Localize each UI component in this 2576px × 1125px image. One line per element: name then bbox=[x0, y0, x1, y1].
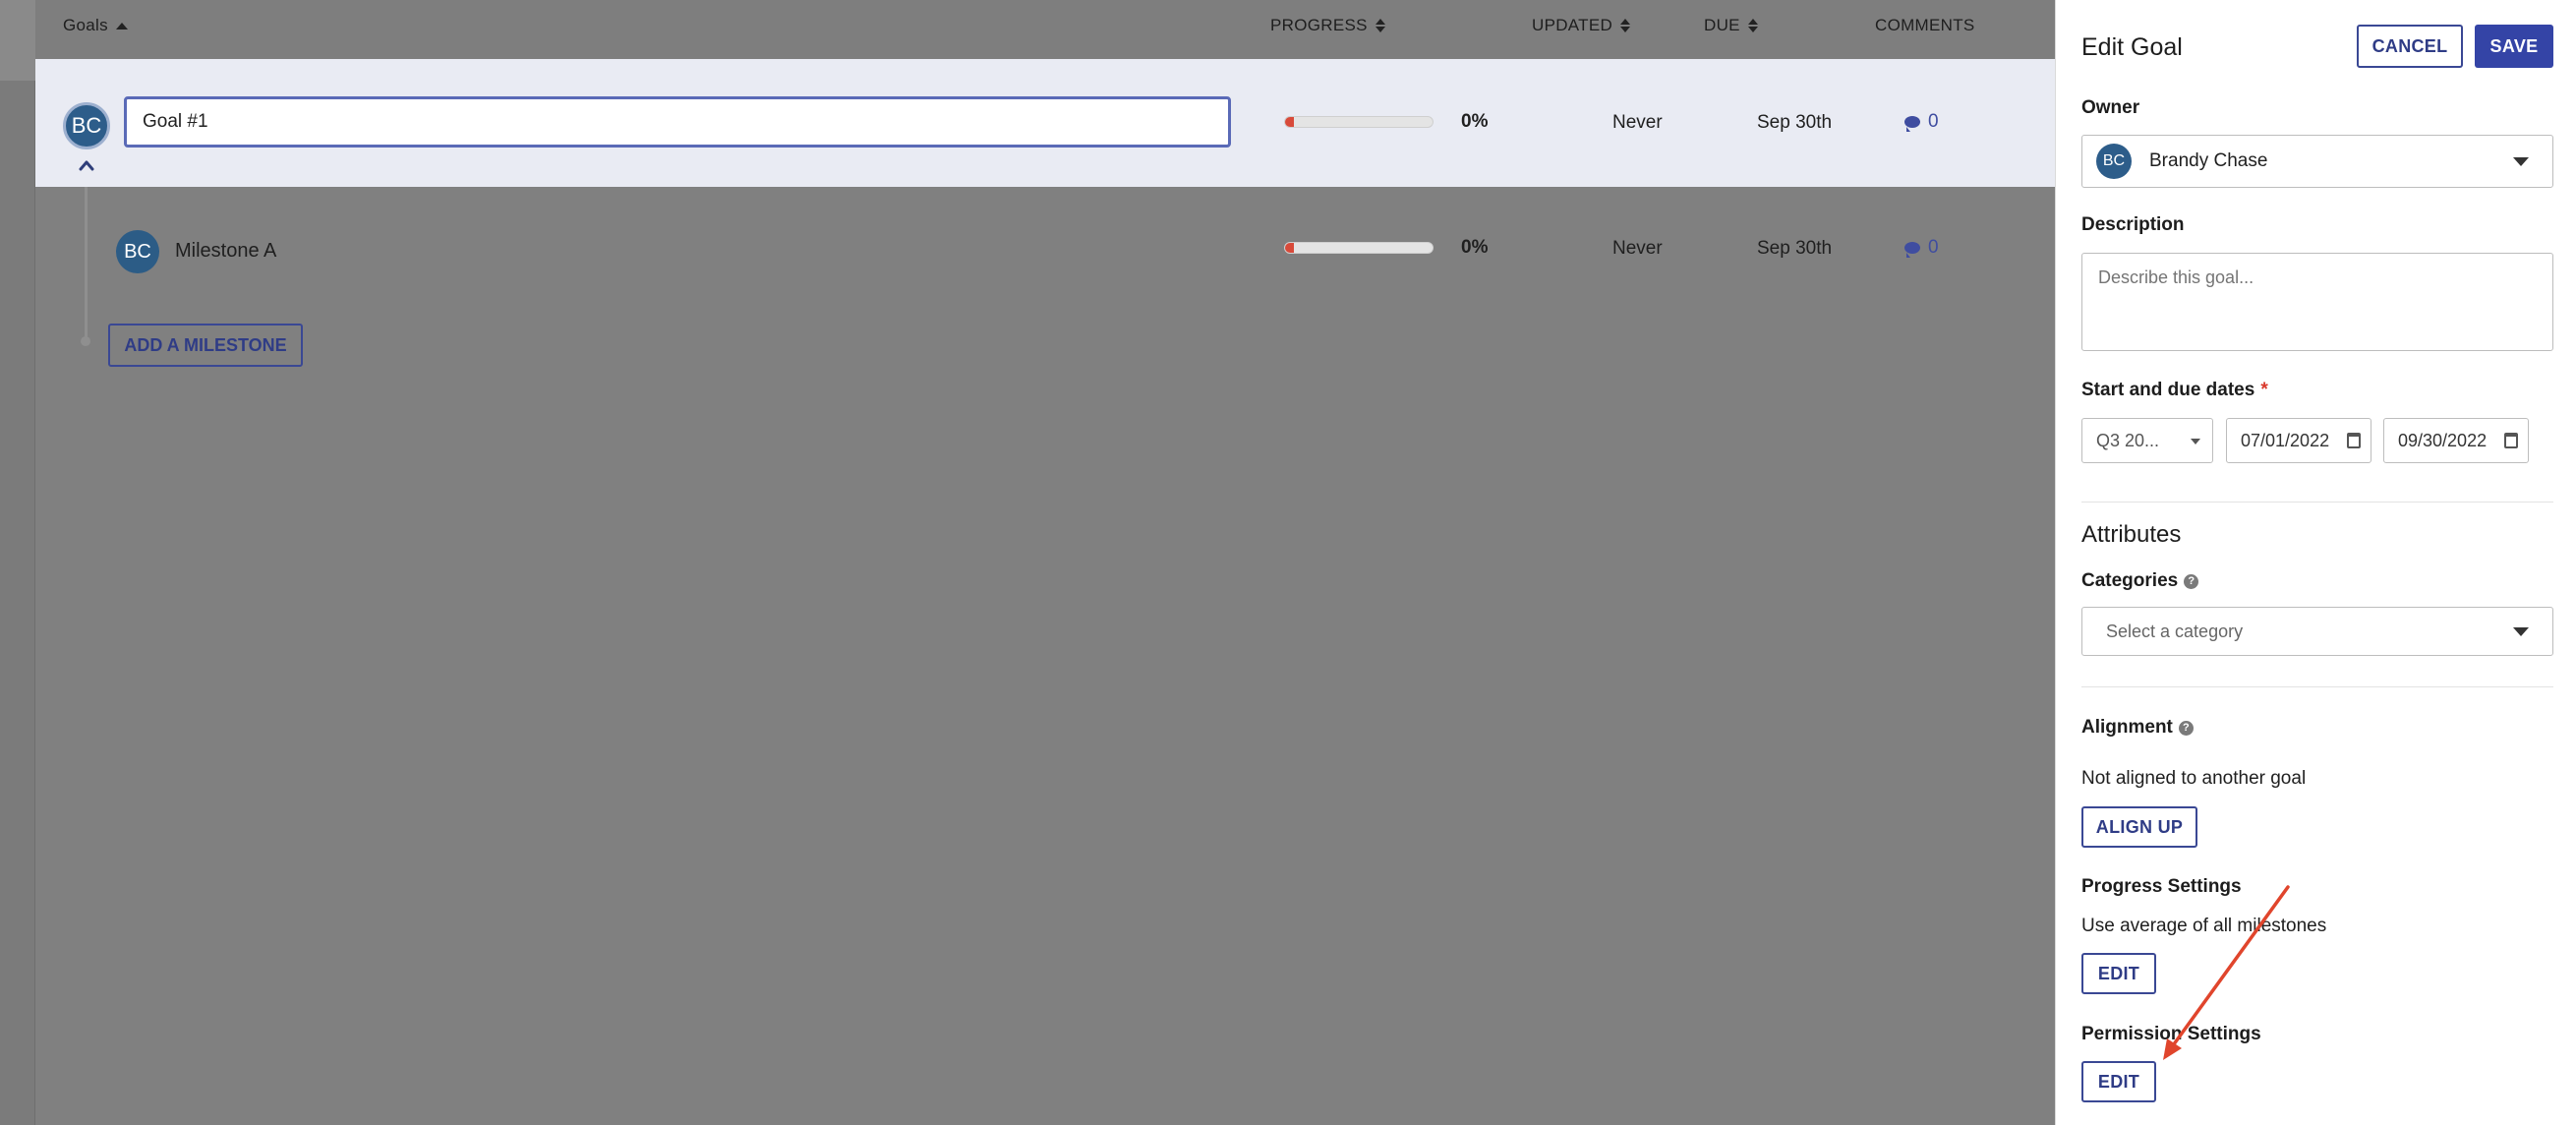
save-button[interactable]: SAVE bbox=[2475, 25, 2553, 68]
goals-table-area: Goals PROGRESS UPDATED DUE COMMENTS BC 0… bbox=[35, 0, 2055, 1125]
comment-bubble-icon bbox=[1904, 242, 1920, 258]
avatar: BC bbox=[116, 230, 159, 273]
alignment-label: Alignment ? bbox=[2081, 717, 2194, 739]
align-up-button[interactable]: ALIGN UP bbox=[2081, 806, 2197, 848]
comments-link[interactable]: 0 bbox=[1904, 237, 1939, 259]
tree-node-dot bbox=[81, 336, 90, 346]
owner-name: Brandy Chase bbox=[2149, 150, 2268, 171]
header-progress[interactable]: PROGRESS bbox=[1270, 16, 1385, 35]
updated-value: Never bbox=[1612, 238, 1663, 259]
sort-icon bbox=[1747, 19, 1758, 32]
categories-label: Categories ? bbox=[2081, 570, 2199, 592]
permission-settings-label: Permission Settings bbox=[2081, 1024, 2261, 1044]
milestone-name[interactable]: Milestone A bbox=[175, 240, 276, 263]
divider bbox=[2081, 502, 2553, 503]
progress-value: 0% bbox=[1461, 237, 1489, 258]
owner-select[interactable]: BC Brandy Chase bbox=[2081, 135, 2553, 188]
period-select[interactable]: Q3 20... bbox=[2081, 418, 2213, 463]
chevron-down-icon bbox=[2191, 439, 2200, 444]
help-icon[interactable]: ? bbox=[2184, 573, 2199, 589]
header-due[interactable]: DUE bbox=[1704, 16, 1758, 35]
comment-bubble-icon bbox=[1904, 116, 1920, 132]
sort-ascending-icon bbox=[115, 22, 128, 30]
progress-value: 0% bbox=[1461, 111, 1489, 132]
rail-top-block bbox=[0, 0, 35, 81]
description-label: Description bbox=[2081, 214, 2185, 235]
description-input[interactable] bbox=[2081, 253, 2553, 351]
table-row-goal: BC 0% Never Sep 30th 0 bbox=[35, 59, 2055, 187]
owner-label: Owner bbox=[2081, 97, 2140, 118]
table-header: Goals PROGRESS UPDATED DUE COMMENTS bbox=[35, 0, 2055, 59]
help-icon[interactable]: ? bbox=[2178, 720, 2194, 736]
panel-title: Edit Goal bbox=[2081, 33, 2183, 61]
chevron-down-icon bbox=[2513, 627, 2529, 636]
left-rail bbox=[0, 0, 35, 1125]
due-value: Sep 30th bbox=[1757, 112, 1833, 133]
due-value: Sep 30th bbox=[1757, 238, 1833, 259]
tree-connector bbox=[85, 187, 88, 344]
sort-icon bbox=[1375, 19, 1385, 32]
chevron-up-icon[interactable] bbox=[79, 157, 94, 173]
category-select[interactable]: Select a category bbox=[2081, 607, 2553, 656]
required-mark: * bbox=[2260, 380, 2268, 400]
header-comments: COMMENTS bbox=[1875, 16, 1975, 34]
attributes-title: Attributes bbox=[2081, 521, 2182, 548]
edit-goal-panel: Edit Goal CANCEL SAVE Owner BC Brandy Ch… bbox=[2055, 0, 2576, 1125]
goal-name-input[interactable] bbox=[124, 96, 1231, 148]
permission-settings-edit-button[interactable]: EDIT bbox=[2081, 1061, 2156, 1102]
progress-bar bbox=[1284, 242, 1434, 254]
comments-link[interactable]: 0 bbox=[1904, 111, 1939, 133]
calendar-icon bbox=[2347, 433, 2361, 448]
sort-icon bbox=[1620, 19, 1631, 32]
progress-settings-label: Progress Settings bbox=[2081, 876, 2242, 897]
progress-fill bbox=[1285, 243, 1294, 253]
avatar: BC bbox=[63, 102, 110, 149]
header-goals[interactable]: Goals bbox=[63, 16, 128, 35]
due-date-input[interactable]: 09/30/2022 bbox=[2383, 418, 2529, 463]
progress-fill bbox=[1285, 117, 1294, 127]
progress-settings-text: Use average of all milestones bbox=[2081, 916, 2327, 936]
dates-label: Start and due dates * bbox=[2081, 380, 2268, 400]
updated-value: Never bbox=[1612, 112, 1663, 133]
add-milestone-button[interactable]: ADD A MILESTONE bbox=[108, 324, 303, 367]
cancel-button[interactable]: CANCEL bbox=[2357, 25, 2463, 68]
avatar: BC bbox=[2096, 144, 2132, 179]
progress-bar bbox=[1284, 116, 1434, 128]
calendar-icon bbox=[2504, 433, 2518, 448]
progress-settings-edit-button[interactable]: EDIT bbox=[2081, 953, 2156, 994]
alignment-text: Not aligned to another goal bbox=[2081, 768, 2307, 789]
header-updated[interactable]: UPDATED bbox=[1532, 16, 1631, 35]
chevron-down-icon bbox=[2513, 157, 2529, 166]
divider bbox=[2081, 686, 2553, 687]
start-date-input[interactable]: 07/01/2022 bbox=[2226, 418, 2371, 463]
